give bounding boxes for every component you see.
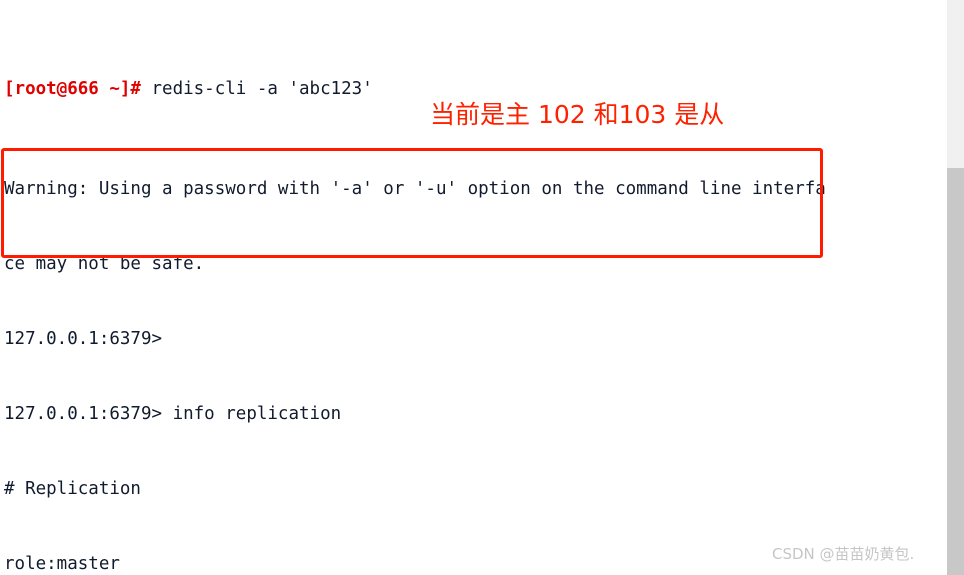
shell-prompt-label: [root@666 ~]# — [4, 79, 141, 99]
terminal-line: ce may not be safe. — [4, 254, 205, 274]
scrollbar-thumb[interactable] — [947, 168, 964, 575]
terminal-line: Warning: Using a password with '-a' or '… — [4, 179, 826, 199]
terminal-line: 127.0.0.1:6379> — [4, 329, 163, 349]
terminal-line: 127.0.0.1:6379> info replication — [4, 404, 342, 424]
command-text: redis-cli -a 'abc123' — [140, 79, 373, 99]
annotation-text: 当前是主 102 和103 是从 — [430, 100, 725, 129]
terminal-output-area[interactable]: [root@666 ~]# redis-cli -a 'abc123' Warn… — [0, 0, 947, 575]
terminal-line: # Replication — [4, 479, 141, 499]
watermark-label: CSDN @苗苗奶黄包. — [772, 545, 915, 563]
terminal-line-command: [root@666 ~]# redis-cli -a 'abc123' — [4, 77, 947, 102]
terminal-screenshot: [root@666 ~]# redis-cli -a 'abc123' Warn… — [0, 0, 964, 575]
vertical-scrollbar[interactable] — [947, 0, 964, 575]
